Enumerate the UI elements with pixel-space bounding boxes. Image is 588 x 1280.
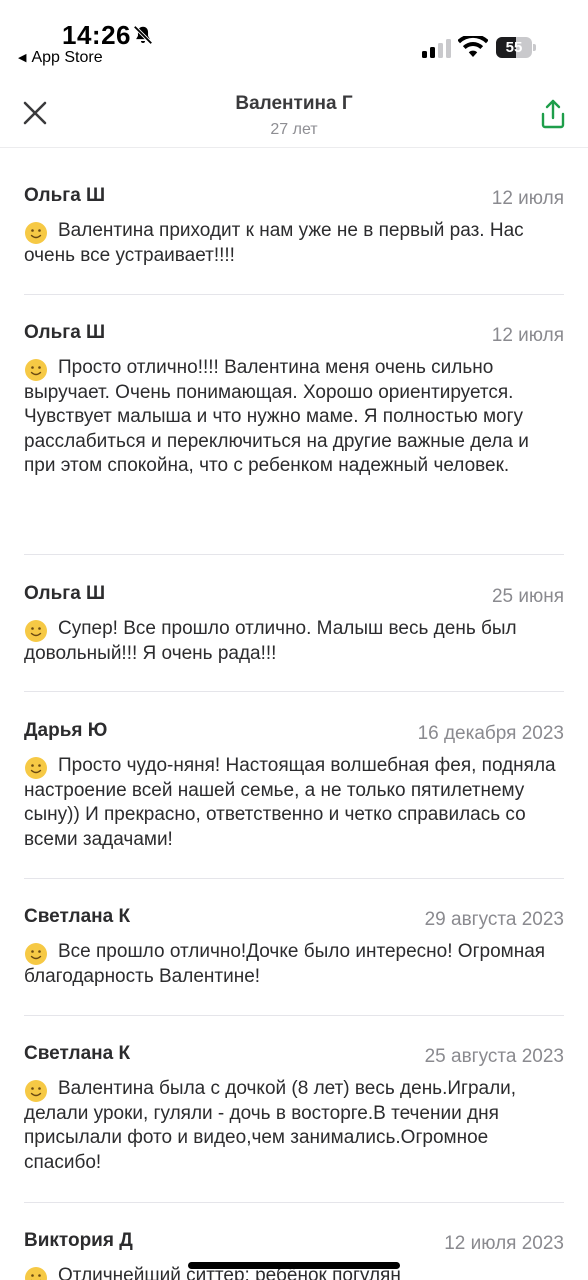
home-indicator[interactable] (188, 1262, 400, 1269)
back-to-app-store-link[interactable]: ◀ App Store (18, 49, 103, 67)
page-subtitle-age: 27 лет (270, 121, 318, 138)
status-time: 14:26 (62, 20, 131, 50)
review-author: Светлана К (24, 1043, 131, 1064)
review-text: Валентина приходит к нам уже не в первый… (24, 220, 524, 266)
divider (24, 1202, 564, 1203)
review-item: Виктория Д 12 июля 2023 Отличнейший ситт… (24, 1230, 564, 1280)
back-app-label: App Store (31, 49, 103, 66)
status-bar: 14:26 ◀ App Store 55 (0, 0, 588, 72)
review-text: Валентина была с дочкой (8 лет) весь ден… (24, 1078, 517, 1173)
divider (24, 294, 564, 295)
review-text: Супер! Все прошло отлично. Малыш весь де… (24, 618, 517, 664)
review-text: Просто чудо-няня! Настоящая волшебная фе… (24, 755, 556, 850)
review-date: 12 июля (491, 188, 564, 209)
divider (24, 878, 564, 879)
page-title: Валентина Г (235, 93, 353, 114)
wifi-icon (458, 36, 488, 57)
divider (24, 691, 564, 692)
review-author: Ольга Ш (24, 583, 106, 604)
nav-header: Валентина Г 27 лет (0, 72, 588, 148)
battery-percent: 55 (505, 39, 523, 56)
review-date: 12 июля 2023 (444, 1233, 564, 1254)
review-author: Виктория Д (24, 1230, 133, 1251)
review-date: 16 декабря 2023 (417, 723, 564, 744)
cellular-signal-icon (422, 39, 451, 58)
battery-indicator: 55 (496, 37, 536, 58)
review-text: Просто отлично!!!! Валентина меня очень … (24, 357, 529, 476)
divider (24, 554, 564, 555)
bell-muted-icon (133, 25, 153, 45)
review-author: Светлана К (24, 906, 131, 927)
review-author: Ольга Ш (24, 185, 106, 206)
review-author: Дарья Ю (24, 720, 108, 741)
review-author: Ольга Ш (24, 322, 106, 343)
review-date: 12 июля (491, 325, 564, 346)
share-icon[interactable] (538, 98, 568, 130)
divider (24, 1015, 564, 1016)
review-date: 29 августа 2023 (424, 909, 564, 930)
review-text: Все прошло отлично!Дочке было интересно!… (24, 941, 546, 987)
review-date: 25 июня (491, 586, 564, 607)
back-triangle-icon: ◀ (18, 52, 27, 64)
review-date: 25 августа 2023 (424, 1046, 564, 1067)
